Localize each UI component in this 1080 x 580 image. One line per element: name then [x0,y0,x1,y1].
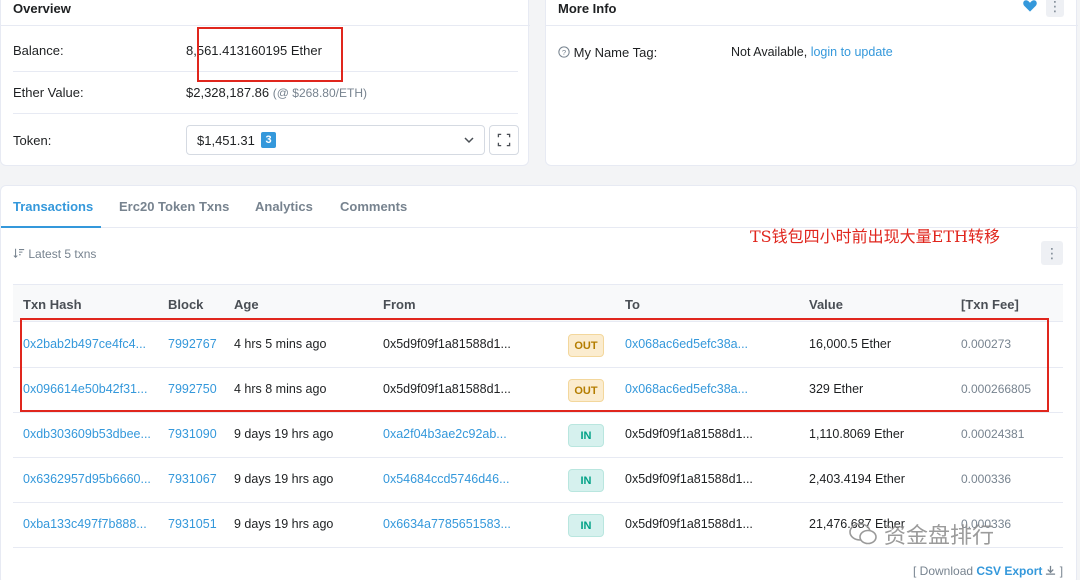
annotation-text: TS钱包四小时前出现大量ETH转移 [750,227,1000,246]
highlight-box-balance [197,27,343,82]
wechat-icon [849,523,877,545]
header-txn-hash: Txn Hash [23,297,82,312]
watermark-text: 资金盘排行 [884,523,995,548]
ether-price: (@ $268.80/ETH) [272,86,367,100]
download-csv[interactable]: [ Download CSV Export ] [913,564,1063,578]
txn-fee: 0.000336 [961,472,1012,486]
ether-value-amount: $2,328,187.86 [186,85,270,100]
header-block: Block [168,297,204,312]
divider [13,113,518,114]
more-options-button[interactable]: ⋮ [1046,0,1064,17]
expand-icon [497,133,511,147]
txn-hash-link[interactable]: 0xba133c497f7b888... [23,517,147,531]
direction-badge: IN [568,424,604,447]
block-link[interactable]: 7931067 [168,472,217,486]
name-tag-row: ? My Name Tag: [558,45,657,60]
value: 2,403.4194 Ether [809,472,905,486]
table-row: 0xdb303609b53dbee... 7931090 9 days 19 h… [13,413,1063,458]
header-value: Value [809,297,843,312]
login-link[interactable]: login to update [811,45,893,59]
expand-button[interactable] [489,125,519,155]
token-value: $1,451.31 [197,133,255,148]
latest-txns: Latest 5 txns [13,247,96,261]
txn-fee: 0.00024381 [961,427,1025,441]
download-icon [1046,565,1056,575]
tab-comments[interactable]: Comments [340,199,407,214]
direction-badge: IN [568,514,604,537]
download-prefix: [ Download [913,564,977,578]
chevron-down-icon [464,137,474,144]
name-tag-value: Not Available, [731,45,808,59]
direction-badge: IN [568,469,604,492]
header-from: From [383,297,416,312]
balance-label: Balance: [13,43,64,58]
block-link[interactable]: 7931090 [168,427,217,441]
value: 1,110.8069 Ether [809,427,904,441]
tab-bar: Transactions Erc20 Token Txns Analytics … [1,186,1078,228]
from-address-link[interactable]: 0x54684ccd5746d46... [383,472,510,486]
question-icon: ? [558,46,570,58]
kebab-icon: ⋮ [1045,245,1059,261]
active-tab-indicator [1,226,101,228]
to-address: 0x5d9f09f1a81588d1... [625,517,753,531]
token-dropdown[interactable]: $1,451.31 3 [186,125,485,155]
block-link[interactable]: 7931051 [168,517,217,531]
header-age: Age [234,297,259,312]
name-tag-value-row: Not Available, login to update [731,45,893,59]
ether-value-label: Ether Value: [13,85,84,100]
header-txn-fee[interactable]: [Txn Fee] [961,297,1019,312]
favorite-button[interactable] [1022,0,1040,16]
txn-hash-link[interactable]: 0x6362957d95b6660... [23,472,151,486]
kebab-icon: ⋮ [1048,0,1062,14]
overview-card: Overview Balance: 8,561.413160195 Ether … [0,0,530,166]
header-to: To [625,297,640,312]
age: 9 days 19 hrs ago [234,517,334,531]
name-tag-label: My Name Tag: [573,45,658,60]
tab-erc20-token-txns[interactable]: Erc20 Token Txns [119,199,229,214]
table-row: 0x6362957d95b6660... 7931067 9 days 19 h… [13,458,1063,503]
highlight-box-transfers [20,318,1049,412]
token-count-badge: 3 [261,132,276,148]
sort-icon [13,248,25,259]
table-header: Txn Hash Block Age From To Value [Txn Fe… [13,284,1063,322]
from-address-link[interactable]: 0xa2f04b3ae2c92ab... [383,427,507,441]
csv-export-link[interactable]: CSV Export [976,564,1042,578]
more-info-card: More Info ⋮ ? My Name Tag: Not Available… [545,0,1078,166]
to-address: 0x5d9f09f1a81588d1... [625,472,753,486]
svg-text:?: ? [562,48,566,57]
age: 9 days 19 hrs ago [234,472,334,486]
ether-value: $2,328,187.86 (@ $268.80/ETH) [186,85,367,100]
txn-hash-link[interactable]: 0xdb303609b53dbee... [23,427,151,441]
latest-txns-label: Latest 5 txns [28,247,97,261]
tab-transactions[interactable]: Transactions [13,199,93,214]
divider [1,25,530,26]
download-suffix: ] [1056,564,1064,578]
token-label: Token: [13,133,52,148]
overview-title: Overview [13,1,71,16]
to-address: 0x5d9f09f1a81588d1... [625,427,753,441]
tab-analytics[interactable]: Analytics [255,199,313,214]
from-address-link[interactable]: 0x6634a7785651583... [383,517,511,531]
heart-icon [1023,0,1037,12]
more-info-title: More Info [558,1,617,16]
table-options-button[interactable]: ⋮ [1041,241,1063,265]
divider [546,25,1078,26]
age: 9 days 19 hrs ago [234,427,334,441]
